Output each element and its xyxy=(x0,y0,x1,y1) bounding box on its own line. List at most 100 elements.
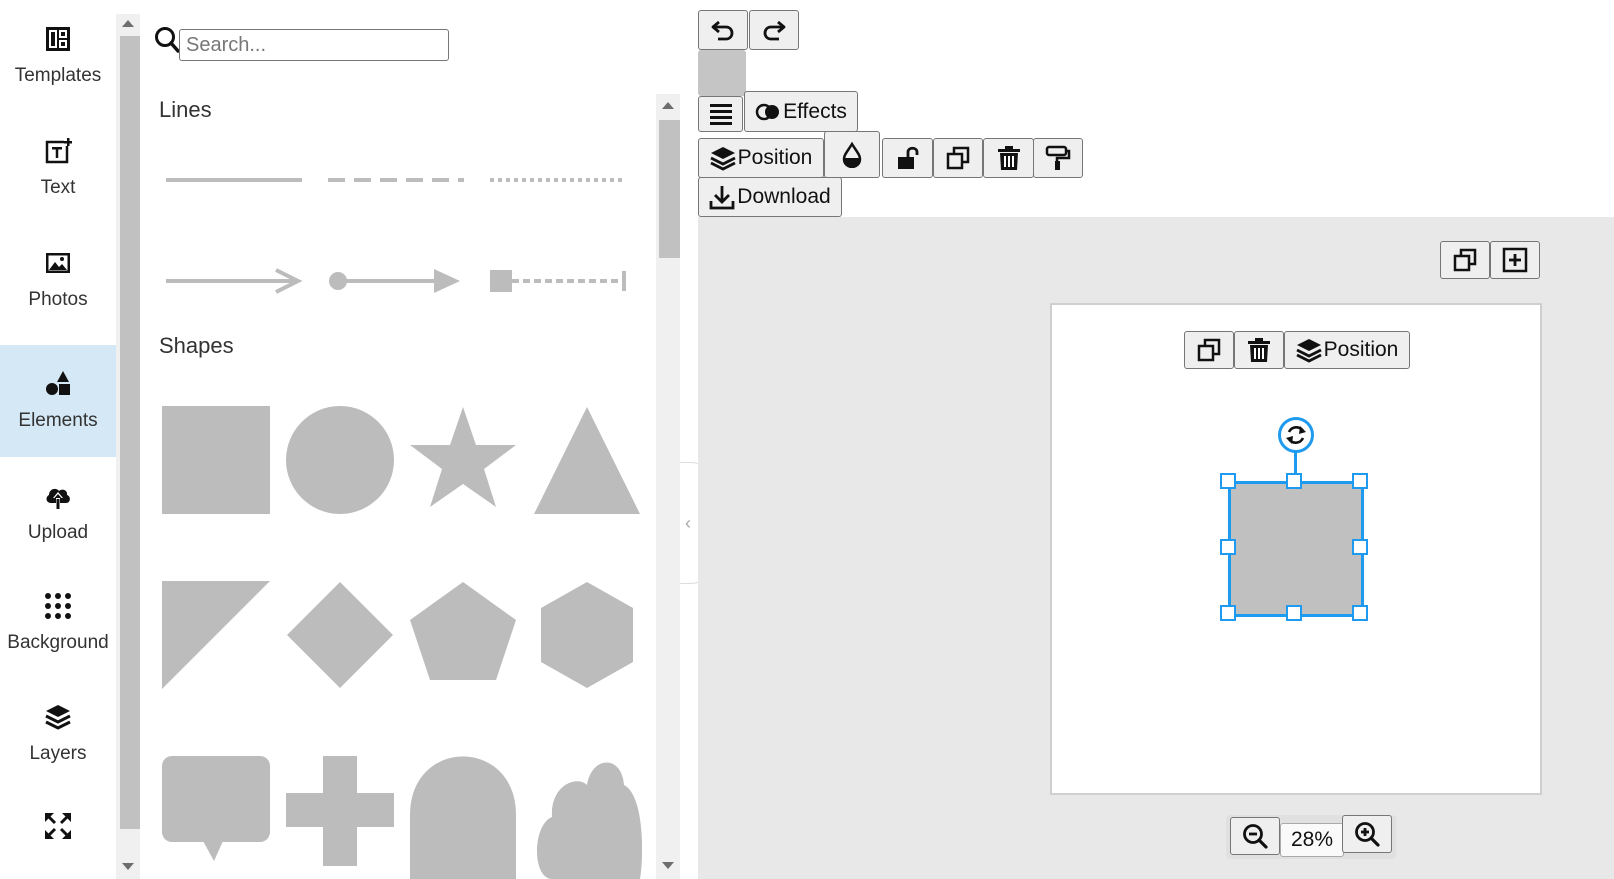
copy-style-button[interactable] xyxy=(1033,138,1083,178)
menu-icon xyxy=(709,104,732,125)
zoom-out-button[interactable] xyxy=(1230,817,1280,855)
templates-icon xyxy=(46,27,70,51)
zoom-controls: 28% xyxy=(1226,815,1396,859)
line-arrow[interactable] xyxy=(164,266,304,296)
search-input[interactable] xyxy=(179,29,449,61)
zoom-in-button[interactable] xyxy=(1342,815,1392,853)
resize-icon xyxy=(45,813,71,839)
scroll-down-arrow[interactable] xyxy=(662,862,674,869)
sidebar-item-templates[interactable]: Templates xyxy=(0,0,116,112)
zoom-level: 28% xyxy=(1280,823,1344,857)
download-button[interactable]: Download xyxy=(698,177,842,217)
elements-panel: Lines Shapes xyxy=(140,0,680,879)
transparency-button[interactable] xyxy=(824,131,880,178)
sidebar-item-layers[interactable]: Layers xyxy=(0,678,116,790)
shape-square[interactable] xyxy=(161,405,271,515)
line-dotted[interactable] xyxy=(488,170,628,190)
sidebar-item-label: Background xyxy=(7,632,109,653)
resize-handle-right[interactable] xyxy=(1352,539,1368,555)
resize-handle-top-right[interactable] xyxy=(1352,473,1368,489)
duplicate-icon xyxy=(1453,248,1477,272)
line-square-to-bar[interactable] xyxy=(488,266,628,296)
menu-button[interactable] xyxy=(698,96,743,132)
droplet-icon xyxy=(842,141,862,168)
element-position-button[interactable]: Position xyxy=(1284,331,1410,369)
sidebar-item-label: Upload xyxy=(27,522,89,543)
rotate-icon xyxy=(1286,426,1306,444)
redo-button[interactable] xyxy=(749,10,799,50)
scroll-up-arrow[interactable] xyxy=(122,20,134,27)
undo-button[interactable] xyxy=(698,10,748,50)
undo-icon xyxy=(711,20,734,41)
add-page-button[interactable] xyxy=(1490,241,1540,279)
shape-circle[interactable] xyxy=(285,405,395,515)
trash-icon xyxy=(997,146,1020,170)
sidebar-item-label: Elements xyxy=(18,410,98,431)
shape-cross[interactable] xyxy=(285,755,395,879)
sidebar-item-background[interactable]: Background xyxy=(0,567,116,679)
shape-triangle[interactable] xyxy=(532,405,642,515)
delete-button[interactable] xyxy=(983,138,1034,178)
canvas-workspace: Position 28% xyxy=(698,217,1614,879)
shape-pentagon[interactable] xyxy=(408,580,518,690)
resize-handle-bottom[interactable] xyxy=(1286,605,1302,621)
resize-handle-top-left[interactable] xyxy=(1220,473,1236,489)
design-page[interactable]: Position xyxy=(1050,303,1542,795)
download-icon xyxy=(709,186,735,210)
sidebar-item-photos[interactable]: Photos xyxy=(0,224,116,336)
duplicate-element-button[interactable] xyxy=(1184,331,1234,369)
trash-icon xyxy=(1248,338,1270,362)
delete-element-button[interactable] xyxy=(1234,331,1284,369)
layers-icon xyxy=(45,705,71,730)
rotate-handle[interactable] xyxy=(1278,417,1314,453)
layers-icon xyxy=(1296,339,1322,363)
scrollbar-thumb[interactable] xyxy=(120,36,141,829)
plus-square-icon xyxy=(1502,247,1528,273)
resize-handle-bottom-left[interactable] xyxy=(1220,605,1236,621)
line-dot-to-triangle[interactable] xyxy=(326,266,466,296)
resize-handle-bottom-right[interactable] xyxy=(1352,605,1368,621)
effects-label: Effects xyxy=(783,99,847,123)
zoom-out-icon xyxy=(1243,824,1268,849)
duplicate-icon xyxy=(946,146,970,170)
shape-arch[interactable] xyxy=(408,755,518,879)
sidebar-scrollbar[interactable] xyxy=(116,14,141,879)
sidebar-item-elements[interactable]: Elements xyxy=(0,345,116,457)
line-dashed[interactable] xyxy=(326,170,466,190)
zoom-in-icon xyxy=(1355,822,1380,847)
photos-icon xyxy=(46,253,70,273)
download-label: Download xyxy=(737,185,831,208)
scroll-up-arrow[interactable] xyxy=(662,102,674,109)
duplicate-page-button[interactable] xyxy=(1440,241,1490,279)
sidebar-item-label: Layers xyxy=(29,743,87,764)
resize-handle-top[interactable] xyxy=(1286,473,1302,489)
position-button[interactable]: Position xyxy=(698,138,824,178)
sidebar-item-text[interactable]: Text xyxy=(0,112,116,224)
effects-button[interactable]: Effects xyxy=(744,91,858,132)
shape-cloud[interactable] xyxy=(532,755,642,879)
scroll-down-arrow[interactable] xyxy=(122,863,134,870)
unlock-icon xyxy=(897,146,918,169)
scrollbar-thumb[interactable] xyxy=(659,120,680,258)
text-icon xyxy=(45,138,72,164)
shape-hexagon[interactable] xyxy=(532,580,642,690)
duplicate-icon xyxy=(1197,338,1221,362)
sidebar-item-resize[interactable] xyxy=(0,790,116,879)
duplicate-button[interactable] xyxy=(933,138,983,178)
elements-icon xyxy=(46,371,70,395)
line-solid[interactable] xyxy=(164,170,304,190)
sidebar-item-upload[interactable]: Upload xyxy=(0,457,116,569)
selected-square-shape[interactable] xyxy=(1228,481,1364,617)
panel-scrollbar[interactable] xyxy=(656,94,680,879)
effects-icon xyxy=(755,103,780,120)
shape-star[interactable] xyxy=(408,405,518,515)
layers-icon xyxy=(710,147,736,171)
fill-color-swatch[interactable] xyxy=(698,50,746,96)
sidebar: Templates Text Photos Elements Upload Ba… xyxy=(0,0,116,879)
shape-right-triangle[interactable] xyxy=(161,580,271,690)
shape-speech-bubble[interactable] xyxy=(161,755,271,879)
lock-button[interactable] xyxy=(882,138,933,178)
resize-handle-left[interactable] xyxy=(1220,539,1236,555)
sidebar-item-label: Text xyxy=(40,177,76,198)
shape-diamond[interactable] xyxy=(285,580,395,690)
